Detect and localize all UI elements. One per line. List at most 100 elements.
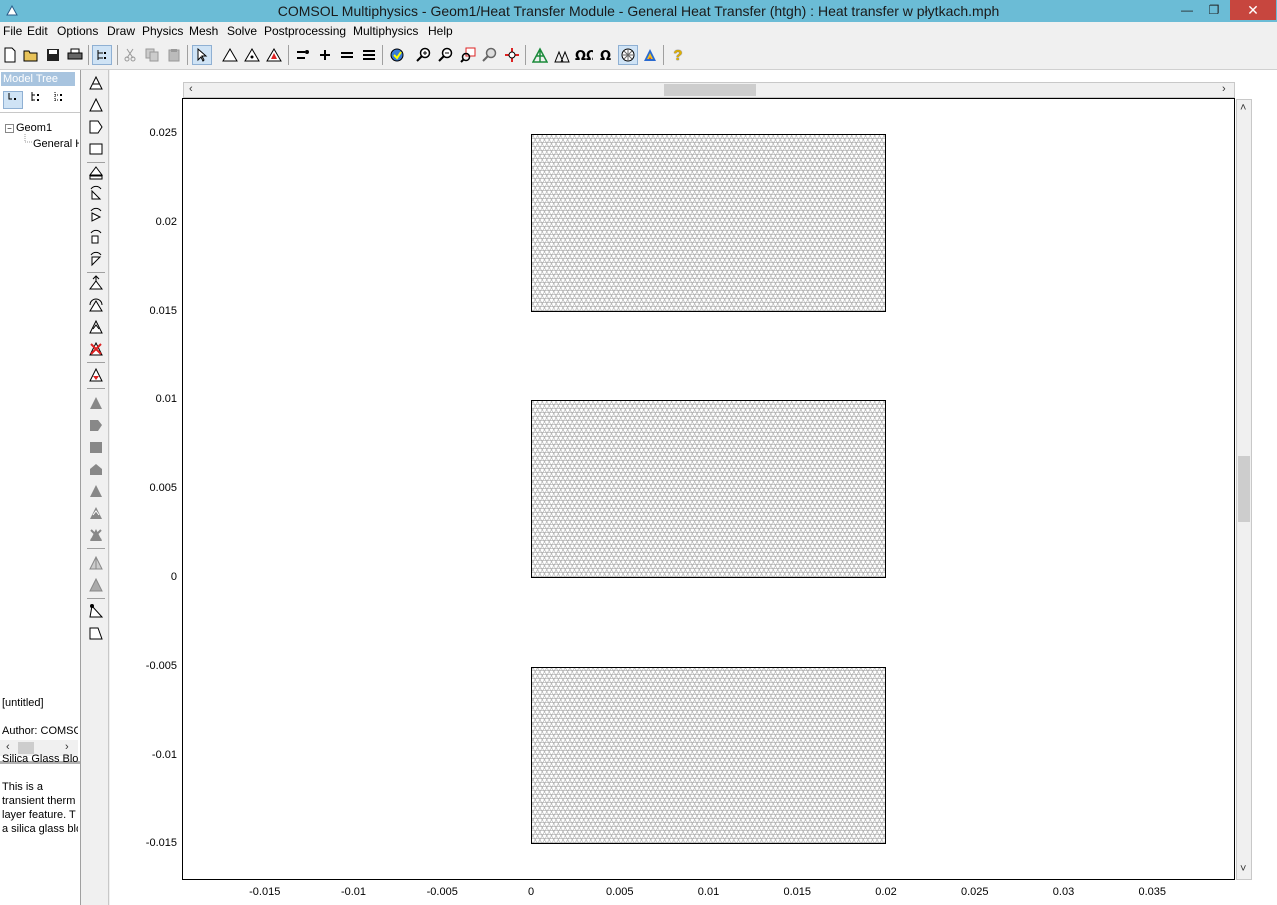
zoom-extents-icon[interactable]: [480, 45, 500, 65]
draw-geometry-node-icon[interactable]: [86, 602, 106, 620]
draw-line-icon[interactable]: [86, 74, 106, 92]
draw-polygon-icon[interactable]: [86, 118, 106, 136]
tree-collapse-icon[interactable]: −: [5, 124, 14, 133]
draw-fillet-icon[interactable]: [86, 296, 106, 314]
postprocess-icon[interactable]: [640, 45, 660, 65]
subdomain-icon[interactable]: [359, 45, 379, 65]
maximize-button[interactable]: ❐: [1200, 0, 1228, 20]
draw-align-icon[interactable]: [86, 554, 106, 572]
draw-rotate-icon[interactable]: [86, 184, 106, 202]
new-file-icon[interactable]: [0, 45, 20, 65]
draw-distribute-icon[interactable]: [86, 576, 106, 594]
model-tree-header: Model Tree: [1, 72, 75, 86]
draw-rectangle-icon[interactable]: [86, 140, 106, 158]
draw-scale-icon[interactable]: [86, 228, 106, 246]
mesh-block-bottom[interactable]: [531, 666, 886, 845]
menu-physics[interactable]: Physics: [142, 24, 183, 38]
tree-node-geom1[interactable]: Geom1: [16, 122, 52, 134]
refine-icon[interactable]: [552, 45, 572, 65]
draw-mirror-icon[interactable]: [86, 206, 106, 224]
title-bar: COMSOL Multiphysics - Geom1/Heat Transfe…: [0, 0, 1277, 22]
draw-array-icon[interactable]: [86, 274, 106, 292]
draw-intersection-icon[interactable]: [86, 416, 106, 434]
tree-detail-tab[interactable]: [27, 91, 47, 109]
menu-bar: File Edit Options Draw Physics Mesh Solv…: [0, 22, 1277, 41]
menu-mesh[interactable]: Mesh: [189, 24, 218, 38]
mesh-mode-icon[interactable]: [618, 45, 638, 65]
menu-postprocessing[interactable]: Postprocessing: [264, 24, 346, 38]
y-tick-label: 0.005: [149, 482, 177, 495]
model-tree-icon[interactable]: [92, 45, 112, 65]
help-icon[interactable]: ?: [668, 45, 688, 65]
menu-options[interactable]: Options: [57, 24, 98, 38]
x-tick-label: 0: [527, 886, 535, 898]
triangle-dots-icon[interactable]: [242, 45, 262, 65]
menu-file[interactable]: File: [3, 24, 22, 38]
toolbar-separator: [663, 45, 664, 65]
draw-delete-interior-icon[interactable]: [86, 504, 106, 522]
scroll-left-icon[interactable]: ‹: [189, 83, 193, 95]
draw-separator: [87, 362, 105, 363]
menu-help[interactable]: Help: [428, 24, 453, 38]
open-folder-icon[interactable]: [21, 45, 41, 65]
horizontal-scroll-thumb[interactable]: [664, 84, 756, 96]
x-tick-label: 0.015: [783, 886, 812, 898]
paste-icon[interactable]: [164, 45, 184, 65]
x-tick-label: 0.03: [1052, 886, 1075, 898]
draw-difference-icon[interactable]: [86, 438, 106, 456]
mesh-block-middle[interactable]: [531, 400, 886, 578]
triangle-red-icon[interactable]: [264, 45, 284, 65]
copy-icon[interactable]: [142, 45, 162, 65]
scroll-up-icon[interactable]: ˄: [1240, 102, 1246, 114]
menu-draw[interactable]: Draw: [107, 24, 135, 38]
tree-node-general-heat[interactable]: General H: [33, 138, 79, 150]
draw-extrude-icon[interactable]: [86, 164, 106, 182]
minimize-button[interactable]: —: [1172, 0, 1202, 20]
draw-tangent-icon[interactable]: [86, 624, 106, 642]
canvas-vertical-scrollbar[interactable]: ˄ ˅: [1236, 99, 1252, 880]
toolbar-separator: [88, 45, 89, 65]
y-tick-label: 0.01: [155, 393, 177, 406]
draw-split-object-icon[interactable]: [86, 482, 106, 500]
tree-view-tab[interactable]: [3, 91, 23, 109]
zoom-out-icon[interactable]: [436, 45, 456, 65]
save-icon[interactable]: [43, 45, 63, 65]
select-arrow-icon[interactable]: [192, 45, 212, 65]
scroll-right-icon[interactable]: ›: [1222, 83, 1226, 95]
draw-triangle-icon[interactable]: [86, 96, 106, 114]
solve-icon[interactable]: [387, 45, 407, 65]
draw-delete-icon[interactable]: [86, 340, 106, 358]
menu-edit[interactable]: Edit: [27, 24, 48, 38]
model-tree-tabs: [0, 88, 80, 113]
draw-delete-objects-icon[interactable]: [86, 526, 106, 544]
vertical-scroll-thumb[interactable]: [1238, 456, 1250, 522]
menu-multiphysics[interactable]: Multiphysics: [353, 24, 418, 38]
mesh-block-top[interactable]: [531, 134, 886, 312]
pan-icon[interactable]: [502, 45, 522, 65]
canvas-horizontal-scrollbar[interactable]: ‹ ›: [183, 82, 1235, 98]
menu-solve[interactable]: Solve: [227, 24, 257, 38]
scroll-down-icon[interactable]: ˅: [1240, 863, 1246, 875]
omega-plain-icon[interactable]: Ω: [596, 45, 616, 65]
draw-create-composite-icon[interactable]: [86, 366, 106, 384]
draw-separator: [87, 548, 105, 549]
cut-icon[interactable]: [120, 45, 140, 65]
x-tick-label: -0.005: [426, 886, 458, 898]
main-toolbar: ΩΩ Ω ?: [0, 41, 1277, 70]
omega-icon[interactable]: ΩΩ: [574, 45, 594, 65]
edge-icon[interactable]: [315, 45, 335, 65]
draw-move-icon[interactable]: [86, 250, 106, 268]
zoom-in-icon[interactable]: [414, 45, 434, 65]
x-tick-label: 0.025: [960, 886, 989, 898]
print-icon[interactable]: [65, 45, 85, 65]
draw-coerce-icon[interactable]: [86, 460, 106, 478]
tree-full-tab[interactable]: [50, 91, 70, 109]
boundary-icon[interactable]: [293, 45, 313, 65]
close-button[interactable]: ✕: [1230, 0, 1276, 20]
triangle-icon[interactable]: [220, 45, 240, 65]
equal-icon[interactable]: [337, 45, 357, 65]
mesh-icon[interactable]: [530, 45, 550, 65]
zoom-window-icon[interactable]: [458, 45, 478, 65]
draw-union-icon[interactable]: [86, 394, 106, 412]
draw-split-icon[interactable]: [86, 318, 106, 336]
